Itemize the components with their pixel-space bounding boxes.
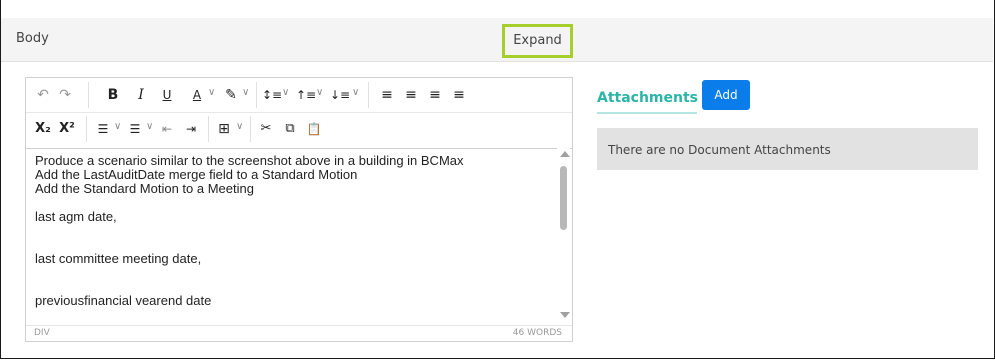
toolbar-separator	[208, 116, 209, 142]
chevron-down-icon[interactable]: ∨	[236, 121, 243, 132]
font-color-button[interactable]: A	[190, 86, 204, 104]
outdent-icon[interactable]: ⇤	[160, 120, 174, 138]
subscript-button[interactable]: X₂	[34, 120, 52, 138]
element-path[interactable]: DIV	[34, 328, 50, 338]
content-line: previousfinancial vearend date	[35, 293, 212, 308]
copy-icon[interactable]: ⧉	[282, 120, 298, 138]
chevron-down-icon[interactable]: ∨	[146, 121, 153, 132]
toolbar-divider	[26, 112, 572, 113]
align-center-icon[interactable]: ≡	[404, 86, 418, 104]
italic-button[interactable]: I	[134, 86, 148, 104]
align-right-icon[interactable]: ≡	[428, 86, 442, 104]
redo-icon[interactable]: ↷	[58, 86, 72, 104]
editor-content[interactable]: Produce a scenario similar to the screen…	[35, 154, 547, 326]
word-count: 46 WORDS	[512, 328, 562, 338]
content-line: last agm date,	[35, 209, 117, 224]
chevron-down-icon[interactable]: ∨	[208, 87, 215, 98]
content-line: Add the LastAuditDate merge field to a S…	[35, 167, 358, 182]
attachments-tab-underline	[597, 112, 697, 114]
empty-message: There are no Document Attachments	[608, 143, 831, 157]
superscript-button[interactable]: X²	[58, 120, 76, 138]
toolbar-separator	[88, 82, 89, 108]
chevron-down-icon[interactable]: ∨	[352, 87, 359, 98]
chevron-down-icon[interactable]: ∨	[114, 121, 121, 132]
attachments-tab[interactable]: Attachments	[597, 90, 698, 106]
content-line: Add the Standard Motion to a Meeting	[35, 181, 254, 196]
content-line: last committee meeting date,	[35, 251, 202, 266]
line-height-icon[interactable]: ↕≡	[262, 86, 282, 104]
section-title: Body	[16, 31, 49, 46]
chevron-down-icon[interactable]: ∨	[282, 87, 289, 98]
justify-icon[interactable]: ≡	[452, 86, 466, 104]
scroll-down-icon[interactable]	[560, 312, 570, 318]
undo-icon[interactable]: ↶	[36, 86, 50, 104]
toolbar-separator	[256, 82, 257, 108]
chevron-down-icon[interactable]: ∨	[242, 87, 249, 98]
underline-button[interactable]: U	[160, 86, 174, 104]
toolbar-separator	[250, 116, 251, 142]
cut-icon[interactable]: ✂	[258, 120, 274, 138]
editor-scrollbar[interactable]	[557, 148, 570, 324]
rich-text-editor: ↶ ↷ B I U A ∨ ✎ ∨ ↕≡ ∨ ↑≡ ∨ ↓≡ ∨ ≡ ≡ ≡ ≡…	[25, 77, 573, 342]
chevron-down-icon[interactable]: ∨	[316, 87, 323, 98]
content-line: Produce a scenario similar to the screen…	[35, 154, 464, 168]
attachments-empty-state: There are no Document Attachments	[597, 128, 978, 170]
toolbar-separator	[86, 116, 87, 142]
highlight-icon[interactable]: ✎	[224, 86, 238, 104]
bold-button[interactable]: B	[106, 86, 120, 104]
body-section-header: Body	[1, 18, 993, 62]
add-attachment-button[interactable]: Add	[702, 80, 750, 110]
table-icon[interactable]: ⊞	[216, 120, 232, 138]
toolbar-separator	[368, 82, 369, 108]
space-after-icon[interactable]: ↓≡	[330, 86, 350, 104]
space-before-icon[interactable]: ↑≡	[296, 86, 316, 104]
numbered-list-icon[interactable]: ☰	[128, 120, 142, 138]
bullet-list-icon[interactable]: ☰	[96, 120, 110, 138]
scroll-up-icon[interactable]	[560, 151, 570, 157]
scrollbar-thumb[interactable]	[560, 166, 567, 230]
expand-button[interactable]: Expand	[502, 24, 573, 58]
editor-toolbar: ↶ ↷ B I U A ∨ ✎ ∨ ↕≡ ∨ ↑≡ ∨ ↓≡ ∨ ≡ ≡ ≡ ≡…	[26, 78, 572, 149]
align-left-icon[interactable]: ≡	[380, 86, 394, 104]
paste-icon[interactable]: 📋	[306, 120, 322, 138]
indent-icon[interactable]: ⇥	[184, 120, 198, 138]
editor-statusbar: DIV 46 WORDS	[26, 325, 572, 342]
